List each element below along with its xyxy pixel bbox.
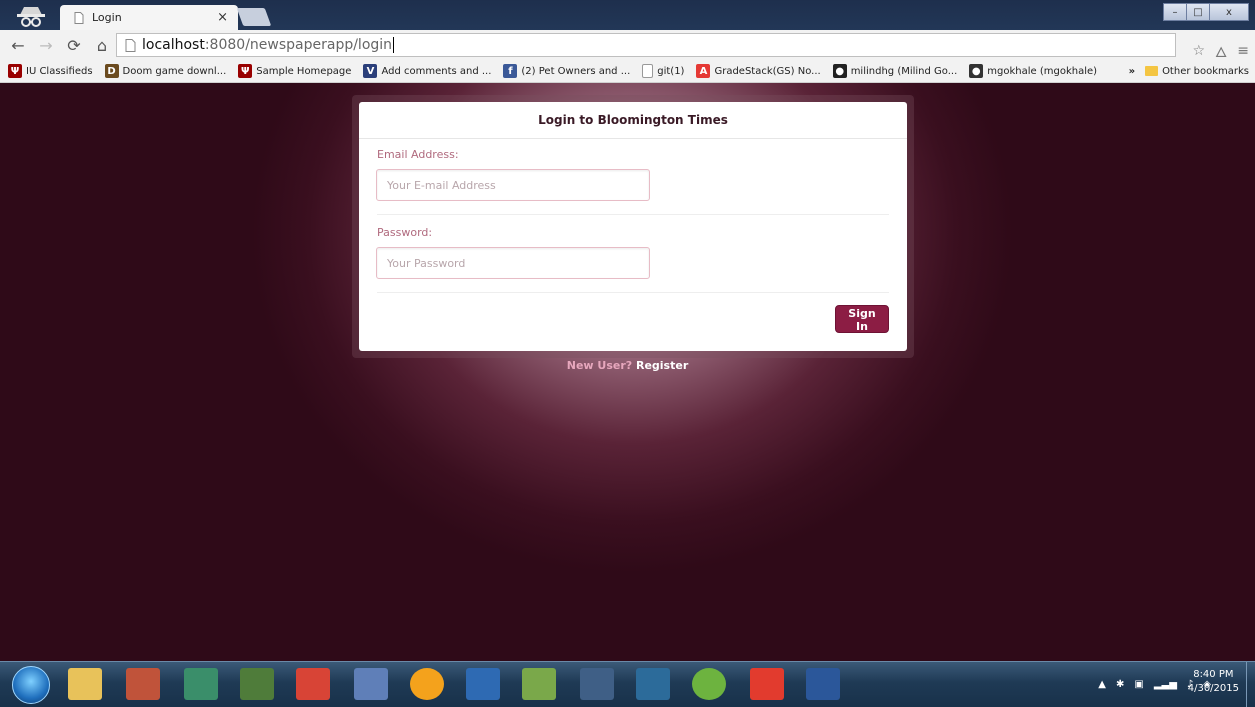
iu-icon: Ψ — [8, 64, 22, 78]
explorer-icon[interactable] — [68, 668, 102, 700]
reload-icon[interactable]: ⟳ — [64, 35, 84, 55]
gradestack-icon: A — [696, 64, 711, 78]
show-desktop-button[interactable] — [1246, 662, 1255, 707]
bookmark-label: milindhg (Milind Go... — [850, 65, 958, 77]
close-window-button[interactable]: x — [1209, 3, 1249, 21]
register-line: New User? Register — [0, 359, 1255, 372]
tray-expand-icon[interactable]: ▲ — [1098, 679, 1106, 690]
divider — [377, 214, 889, 215]
gom-player-icon[interactable] — [410, 668, 444, 700]
bookmark-item[interactable]: git(1) — [642, 64, 684, 78]
password-input[interactable] — [376, 247, 650, 279]
keyboard-icon[interactable] — [354, 668, 388, 700]
folder-icon — [1145, 66, 1159, 76]
address-bar[interactable]: localhost:8080/newspaperapp/login — [116, 33, 1176, 57]
bookmark-label: Add comments and ... — [381, 65, 492, 77]
login-panel: Login to Bloomington Times Email Address… — [359, 102, 907, 351]
forward-icon[interactable]: → — [36, 35, 56, 55]
email-label: Email Address: — [377, 148, 459, 161]
bookmark-item[interactable]: f (2) Pet Owners and ... — [503, 64, 630, 78]
bookmark-label: GradeStack(GS) No... — [714, 65, 821, 77]
url-path: :8080/newspaperapp/login — [204, 37, 393, 53]
divider — [377, 292, 889, 293]
facebook-icon: f — [503, 64, 518, 78]
doom-icon: D — [104, 64, 119, 78]
star-icon[interactable]: ☆ — [1192, 43, 1205, 59]
sign-in-button[interactable]: Sign In — [835, 305, 889, 333]
browser-toolbar: ← → ⟳ ⌂ localhost:8080/newspaperapp/logi… — [0, 30, 1255, 61]
window-controls: – □ x — [1163, 3, 1249, 21]
new-user-text: New User? — [566, 359, 633, 372]
bookmark-item[interactable]: Ψ IU Classifieds — [8, 64, 93, 78]
rdp-icon[interactable] — [126, 668, 160, 700]
maximize-button[interactable]: □ — [1186, 3, 1210, 21]
hp-icon[interactable] — [184, 668, 218, 700]
bookmarks-more-button[interactable]: » — [1129, 66, 1135, 77]
clock-date: 4/30/2015 — [1187, 683, 1239, 694]
signal-icon[interactable]: ▂▃▅ — [1154, 679, 1177, 690]
github-icon: ● — [832, 64, 847, 78]
page-icon — [74, 11, 84, 24]
password-label: Password: — [377, 226, 433, 239]
bookmark-label: IU Classifieds — [26, 65, 93, 77]
minimize-button[interactable]: – — [1163, 3, 1187, 21]
bluetooth-icon[interactable]: ✱ — [1116, 679, 1124, 690]
vs-icon: V — [363, 64, 378, 78]
register-link[interactable]: Register — [636, 359, 688, 372]
back-icon[interactable]: ← — [8, 35, 28, 55]
bookmark-label: (2) Pet Owners and ... — [521, 65, 631, 77]
home-icon[interactable]: ⌂ — [92, 35, 112, 55]
tab-login[interactable]: Login × — [60, 5, 238, 30]
github-icon: ● — [969, 64, 984, 78]
powershell-icon[interactable] — [466, 668, 500, 700]
bookmark-label: Sample Homepage — [256, 65, 352, 77]
text-caret — [393, 37, 395, 53]
bookmark-item[interactable]: ● mgokhale (mgokhale) — [969, 64, 1097, 78]
bookmark-item[interactable]: A GradeStack(GS) No... — [696, 64, 821, 78]
acrobat-icon[interactable] — [750, 668, 784, 700]
page-icon — [125, 38, 136, 52]
bookmark-label: mgokhale (mgokhale) — [987, 65, 1098, 77]
bookmark-item[interactable]: V Add comments and ... — [363, 64, 491, 78]
notepadpp-icon[interactable] — [522, 668, 556, 700]
word-icon[interactable] — [806, 668, 840, 700]
menu-icon[interactable]: ≡ — [1237, 43, 1249, 59]
page-content: Login to Bloomington Times Email Address… — [0, 83, 1255, 661]
incognito-icon — [17, 7, 45, 27]
bookmark-item[interactable]: Ψ Sample Homepage — [238, 64, 351, 78]
bookmarks-bar: Ψ IU Classifieds D Doom game downl... Ψ Sampl… — [0, 60, 1255, 83]
start-button[interactable] — [12, 666, 50, 704]
url-host: localhost — [142, 37, 205, 53]
new-tab-button[interactable] — [236, 8, 272, 26]
login-panel-glow: Login to Bloomington Times Email Address… — [352, 95, 914, 358]
bookmark-item[interactable]: ● milindhg (Milind Go... — [832, 64, 958, 78]
login-heading: Login to Bloomington Times — [359, 102, 907, 139]
tab-title: Login — [92, 11, 122, 24]
bookmark-label: Doom game downl... — [122, 65, 227, 77]
email-input[interactable] — [376, 169, 650, 201]
terminal-icon[interactable] — [580, 668, 614, 700]
browser-tab-bar: Login × – □ x — [0, 0, 1255, 30]
clock[interactable]: 8:40 PM 4/30/2015 — [1188, 668, 1239, 696]
mysql-workbench-icon[interactable] — [636, 668, 670, 700]
page-icon — [642, 64, 654, 78]
app-icon[interactable] — [240, 668, 274, 700]
other-bookmarks-button[interactable]: Other bookmarks — [1162, 66, 1249, 77]
chrome-icon[interactable] — [296, 668, 330, 700]
bookmark-label: git(1) — [657, 65, 685, 77]
iu-icon: Ψ — [238, 64, 253, 78]
tab-close-icon[interactable]: × — [217, 10, 228, 25]
clock-time: 8:40 PM — [1193, 669, 1234, 680]
spring-icon[interactable] — [692, 668, 726, 700]
bookmarks-overflow: » Other bookmarks — [1129, 60, 1249, 82]
bookmark-item[interactable]: D Doom game downl... — [104, 64, 227, 78]
device-icon[interactable]: ▣ — [1134, 679, 1143, 690]
windows-taskbar: ▲ ✱ ▣ ▂▃▅ ♪ ◈ 8:40 PM 4/30/2015 — [0, 661, 1255, 707]
